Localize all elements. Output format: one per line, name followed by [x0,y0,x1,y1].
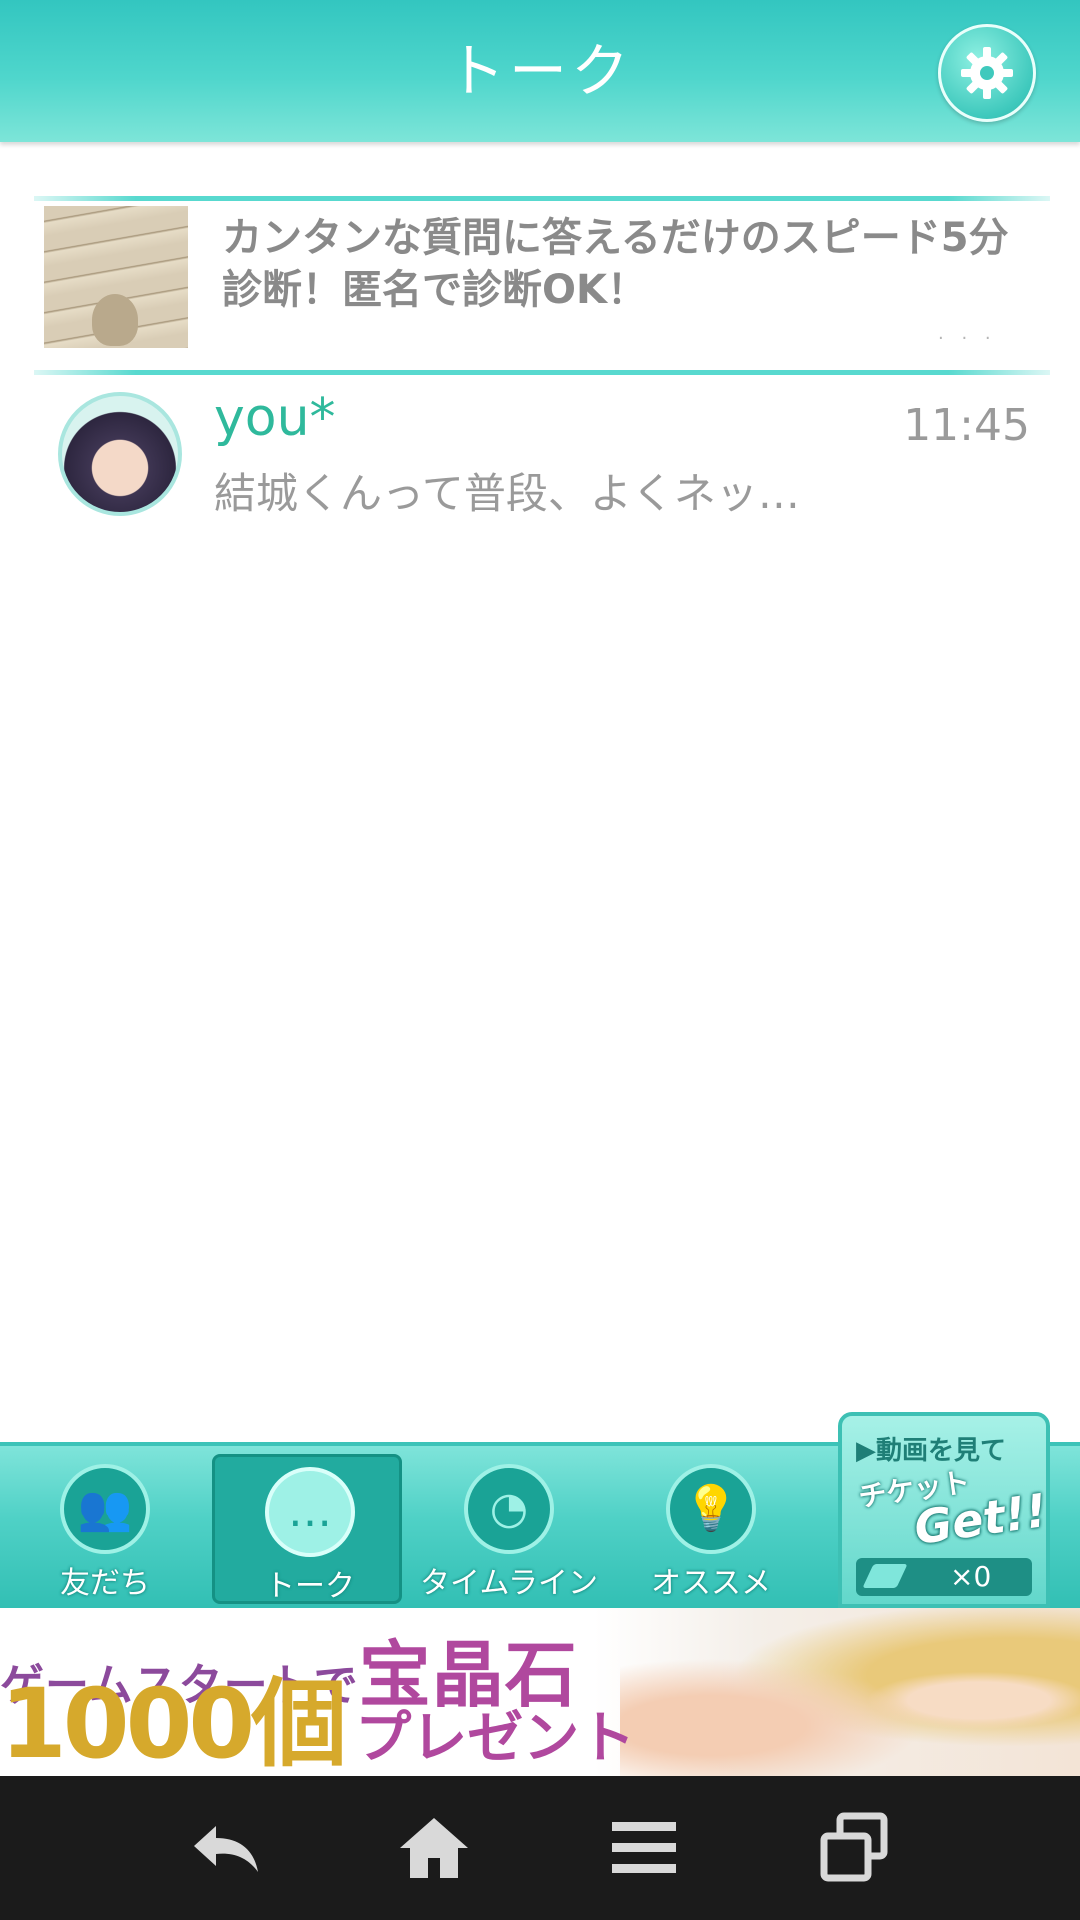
system-nav-bar [0,1776,1080,1920]
page-title: トーク [446,37,633,105]
ticket-counter: ×0 [856,1558,1032,1596]
chat-name: you* [214,388,336,448]
menu-icon [612,1822,676,1873]
tab-label: トーク [265,1569,355,1604]
tab-label: オススメ [651,1566,771,1601]
back-button[interactable] [186,1808,266,1888]
chat-time: 11:45 [903,400,1030,451]
recent-apps-icon [820,1812,888,1882]
banner-number: 1000個 [0,1668,347,1776]
gear-icon [961,47,1013,99]
banner-subline: 1000個 プレゼント [0,1674,635,1774]
avatar[interactable] [58,392,182,516]
menu-button[interactable] [604,1808,684,1888]
ad-thumbnail[interactable] [44,206,188,348]
settings-button[interactable] [938,24,1036,122]
lightbulb-icon: 💡 [666,1464,756,1554]
ticket-icon [862,1564,908,1588]
bottom-banner-ad[interactable]: ゲームスタートで宝晶石 1000個 プレゼント [0,1608,1080,1776]
tab-talk[interactable]: … トーク [212,1454,402,1604]
video-ticket-button[interactable]: ▶動画を見て チケット Get!! ×0 [838,1412,1050,1608]
banknote-portrait [92,294,138,346]
tab-label: タイムライン [420,1566,598,1601]
ticket-caption-text: 動画を見て [876,1436,1007,1466]
ticket-count: ×0 [950,1560,992,1593]
recent-apps-button[interactable] [814,1808,894,1888]
friends-icon: 👥 [60,1464,150,1554]
ad-text[interactable]: カンタンな質問に答えるだけのスピード5分診断！匿名で診断OK！ [222,212,1042,316]
ad-more-dots: · · · [938,328,997,349]
chat-bubble-icon: … [265,1467,355,1557]
tab-recommended[interactable]: 💡 オススメ [616,1454,806,1604]
back-icon [194,1826,258,1872]
app-header: トーク [0,0,1080,142]
tab-label: 友だち [60,1566,150,1601]
chat-preview: 結城くんって普段、よくネッ… [214,469,800,518]
ticket-caption: ▶動画を見て [856,1430,1006,1467]
play-icon: ▶ [856,1436,876,1466]
banner-character-art [620,1608,1080,1776]
clock-icon: ◔ [464,1464,554,1554]
home-icon [400,1818,468,1878]
banner-present: プレゼント [355,1706,636,1771]
tab-friends[interactable]: 👥 友だち [10,1454,200,1604]
tab-timeline[interactable]: ◔ タイムライン [414,1454,604,1604]
ad-divider-top [34,196,1050,201]
ad-divider-bottom [34,370,1050,375]
home-button[interactable] [394,1808,474,1888]
chat-list-item[interactable]: you* 11:45 結城くんって普段、よくネッ… [0,378,1080,520]
